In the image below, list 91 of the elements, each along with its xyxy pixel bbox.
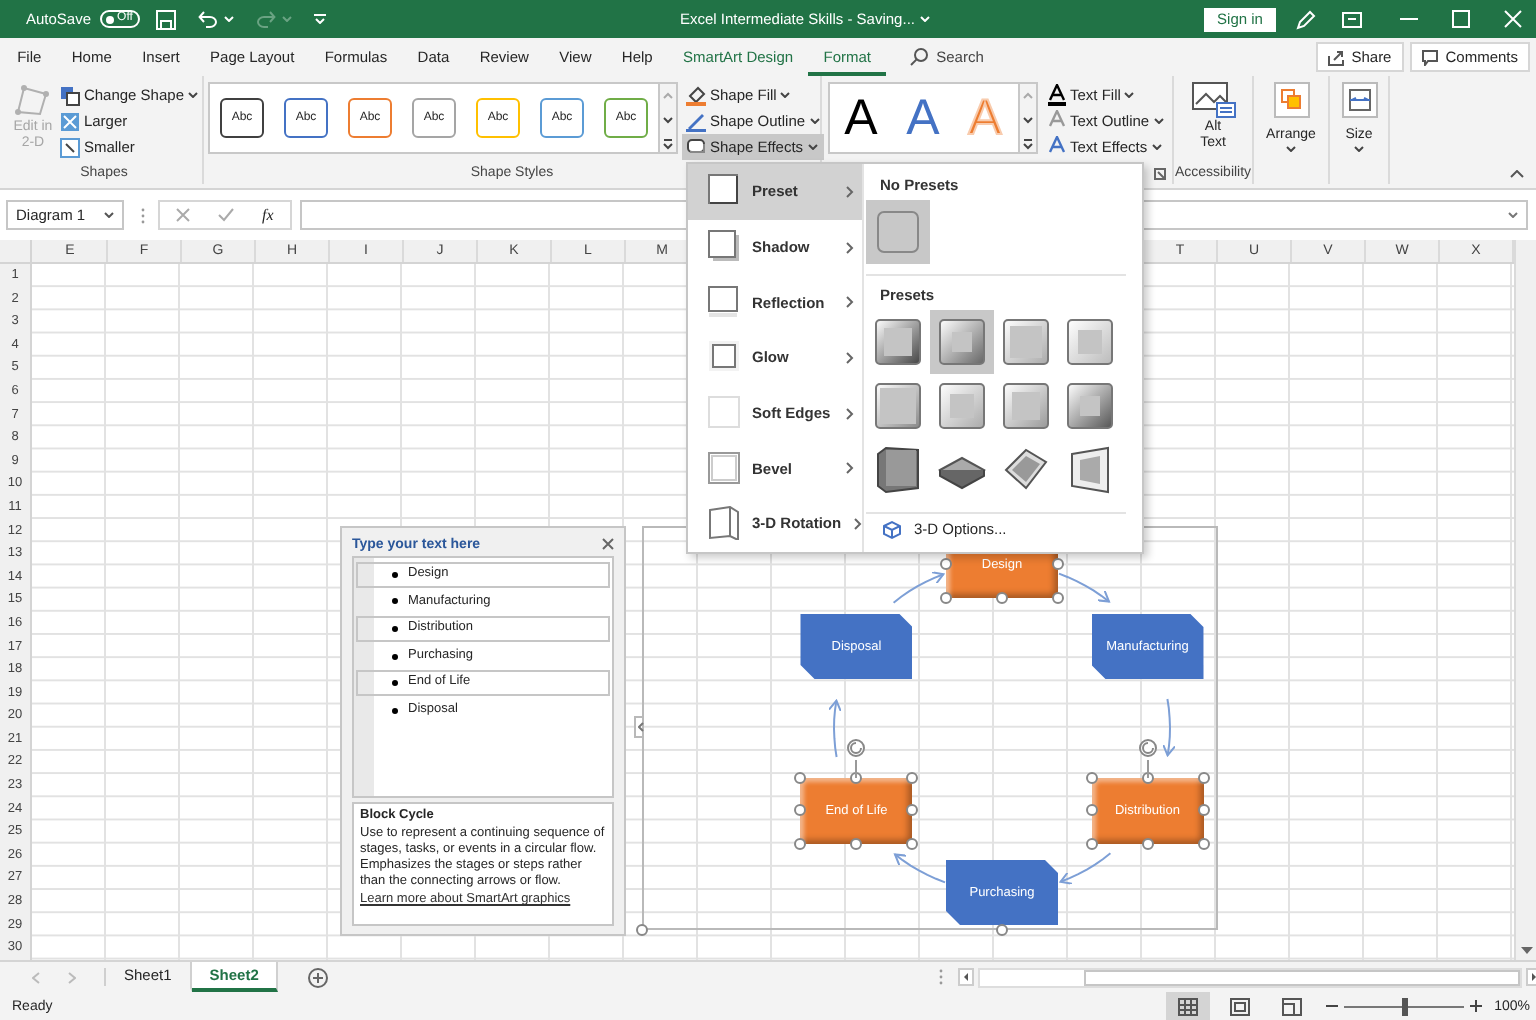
shape-effects-icon [686, 136, 706, 158]
customize-icon[interactable] [314, 14, 327, 24]
shrink-icon [59, 137, 80, 157]
resize-handle[interactable] [996, 924, 1008, 936]
caret-icon[interactable] [104, 212, 114, 218]
resize-handle[interactable] [794, 771, 807, 783]
chevron-right-icon [846, 462, 854, 475]
rotate-handle-icon[interactable] [1137, 737, 1158, 777]
close-icon[interactable] [602, 538, 614, 550]
chevron-right-icon [846, 296, 854, 309]
maximize-icon[interactable] [1452, 10, 1470, 28]
grip-icon[interactable] [938, 968, 944, 986]
comment-icon [1421, 49, 1438, 65]
save-icon[interactable] [156, 9, 177, 29]
text-effects-icon [1048, 136, 1066, 158]
caret-icon [780, 92, 791, 98]
normal-view-icon [1178, 997, 1199, 1015]
cube-icon [882, 519, 902, 540]
grip-icon [140, 205, 146, 225]
page-break-icon [1282, 997, 1303, 1015]
collapse-ribbon-icon[interactable] [1510, 170, 1524, 178]
resize-handle[interactable] [636, 924, 648, 936]
resize-handle[interactable] [1197, 771, 1210, 783]
scroll-left-icon[interactable] [958, 968, 974, 986]
change-shape-icon [59, 85, 80, 105]
caret-icon [1153, 118, 1164, 124]
undo-icon[interactable] [198, 10, 219, 28]
dialog-launcher-icon[interactable] [1154, 167, 1166, 179]
caret-icon [1151, 144, 1162, 150]
connector-arrow [894, 853, 946, 884]
chevron-right-icon [846, 407, 854, 420]
scroll-down-icon[interactable] [1519, 946, 1533, 956]
chevron-right-icon [853, 517, 862, 530]
square-icon [708, 396, 740, 431]
resize-handle[interactable] [794, 804, 807, 816]
horizontal-scrollbar[interactable] [978, 967, 1522, 987]
fill-bucket-icon [686, 84, 706, 106]
zoom-out-icon[interactable] [1326, 1000, 1339, 1012]
resize-handle[interactable] [794, 837, 807, 849]
text-fill-icon [1048, 84, 1066, 106]
resize-handle[interactable] [1085, 771, 1098, 783]
share-icon [1327, 49, 1344, 65]
resize-handle[interactable] [1085, 837, 1098, 849]
caret-icon[interactable] [1508, 212, 1518, 218]
chevron-right-icon [846, 185, 854, 198]
connector-arrow [1058, 572, 1110, 603]
resize-handle[interactable] [940, 591, 952, 603]
enlarge-icon [59, 111, 80, 131]
zoom-in-icon[interactable] [1470, 1000, 1483, 1012]
enter-icon[interactable] [218, 208, 234, 222]
text-outline-icon [1048, 110, 1066, 132]
resize-handle[interactable] [1085, 804, 1098, 816]
connector-arrow [1059, 852, 1112, 885]
view-button[interactable] [1166, 992, 1211, 1020]
wordart-style-option[interactable]: A [892, 88, 954, 148]
caret-icon [282, 16, 293, 22]
pen-icon[interactable] [1296, 9, 1316, 29]
caret-icon [1286, 146, 1296, 152]
caret-icon [807, 144, 818, 150]
layers-icon [1273, 82, 1309, 118]
caret-icon [1124, 92, 1135, 98]
caret-icon [1354, 146, 1364, 152]
text-pane-toggle[interactable] [634, 716, 644, 738]
ribbon-display-icon[interactable] [1342, 11, 1362, 27]
connector-arrow [892, 571, 945, 604]
square-icon [708, 230, 740, 265]
caret-icon [809, 118, 820, 124]
chevron-right-icon [846, 241, 854, 254]
resize-handle[interactable] [906, 771, 919, 783]
cancel-icon[interactable] [176, 208, 190, 222]
zoom-slider[interactable] [1344, 997, 1465, 1015]
connector-arrow [828, 699, 842, 758]
polygon-icon [12, 82, 53, 118]
rotate-handle-icon[interactable] [846, 737, 867, 777]
insert-function-button[interactable]: fx [262, 206, 274, 224]
pen-outline-icon [686, 110, 706, 132]
add-sheet-icon[interactable] [308, 967, 329, 987]
size-icon [1341, 82, 1377, 118]
redo-icon [256, 10, 277, 28]
square-icon [708, 174, 740, 209]
square-icon [708, 285, 740, 320]
page-layout-icon [1230, 997, 1251, 1015]
chevron-right-icon [846, 351, 854, 364]
square-icon [708, 451, 740, 486]
search-icon[interactable] [910, 48, 929, 66]
wordart-style-option[interactable]: A [830, 88, 892, 148]
vertical-scrollbar[interactable] [1514, 240, 1536, 960]
square-icon [708, 340, 740, 375]
connector-arrow [1162, 698, 1176, 757]
picture-icon [1191, 82, 1235, 118]
resize-handle[interactable] [940, 558, 952, 570]
